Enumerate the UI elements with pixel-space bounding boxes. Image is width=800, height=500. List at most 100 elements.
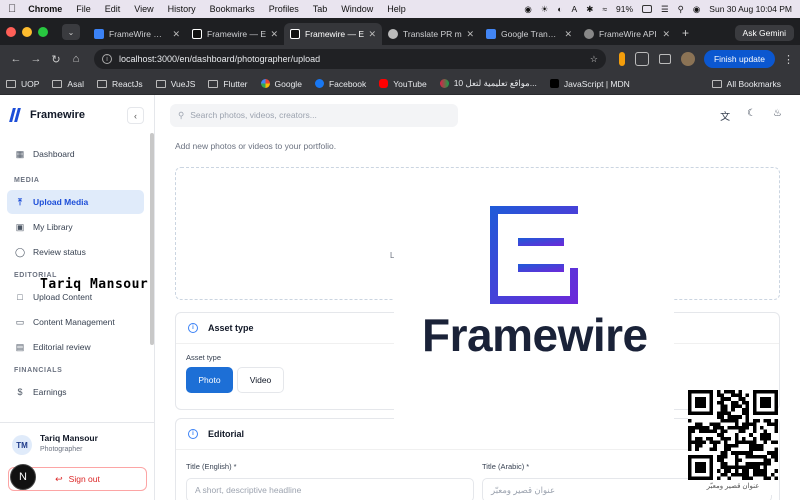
site-info-icon[interactable]: i [102,54,112,64]
close-tab-icon[interactable]: ✕ [368,29,376,40]
brightness-icon[interactable]: ☀ [541,4,549,15]
sidebar: Framewire ‹ ▦ Dashboard MEDIA ⤒ Upload M… [0,95,155,500]
forward-icon[interactable]: → [26,53,46,65]
user-profile[interactable]: TM Tariq Mansour Photographer [0,422,155,465]
sidebar-item-upload-media[interactable]: ⤒ Upload Media [7,190,144,214]
menu-tab[interactable]: Tab [313,4,328,14]
back-icon[interactable]: ← [6,53,26,65]
menu-help[interactable]: Help [387,4,406,14]
ask-gemini-button[interactable]: Ask Gemini [734,25,794,41]
minimize-window-button[interactable] [22,26,32,37]
bookmark-star-icon[interactable]: ☆ [590,54,598,65]
menu-view[interactable]: View [134,4,153,14]
status-icon[interactable]: ◉ [524,4,531,15]
collapse-sidebar-button[interactable]: ‹ [127,107,144,124]
bookmark-folder[interactable]: ReactJs [96,79,143,89]
document-upload-icon: □ [17,292,23,302]
extension-icon[interactable] [618,52,625,66]
siri-icon[interactable]: ◉ [693,4,700,15]
menu-history[interactable]: History [168,4,196,14]
search-placeholder: Search photos, videos, creators... [190,110,317,120]
apple-icon[interactable]:  [8,3,16,15]
browser-tab-strip: ⌄ FrameWire — V ✕ Framewire — E ✕ Framew… [0,18,800,45]
close-window-button[interactable] [6,26,16,37]
bookmark-label: Flutter [223,78,248,89]
tab-title: FrameWire — V [109,29,169,39]
control-center-icon[interactable]: ☰ [661,4,669,15]
sidebar-item-label: Upload Media [33,197,89,207]
sidebar-item-earnings[interactable]: $ Earnings [7,380,144,404]
dark-mode-icon[interactable]: ◐ [557,4,562,14]
close-tab-icon[interactable]: ✕ [270,29,278,40]
site-icon [439,79,449,88]
extensions-puzzle-icon[interactable] [634,52,649,66]
search-input[interactable]: ⚲ Search photos, videos, creators... [170,103,458,127]
close-tab-icon[interactable]: ✕ [172,29,180,40]
home-icon[interactable]: ⌂ [66,53,86,65]
sidebar-item-label: Dashboard [33,149,75,159]
font-icon[interactable]: A [572,4,578,14]
sidebar-item-label: Editorial review [33,342,91,352]
sidebar-item-review-status[interactable]: ◯ Review status [7,240,144,264]
all-bookmarks-button[interactable]: All Bookmarks [711,79,781,89]
menu-file[interactable]: File [76,4,91,14]
bell-icon[interactable]: ♨ [773,108,782,123]
bookmark-mdn[interactable]: JavaScript | MDN [549,79,630,89]
bookmark-youtube[interactable]: YouTube [379,79,427,89]
sidebar-item-my-library[interactable]: ▣ My Library [7,215,144,239]
photo-option-button[interactable]: Photo [186,367,233,393]
bluetooth-icon[interactable]: ✱ [586,4,593,15]
video-option-button[interactable]: Video [237,367,284,393]
spotlight-icon[interactable]: ⚲ [678,4,684,15]
bookmark-site[interactable]: 10 مواقع تعليمية لتعل... [439,78,537,89]
address-bar[interactable]: i localhost:3000/en/dashboard/photograph… [94,49,606,69]
qr-caption: عنوان قصير ومعبّر [706,483,760,490]
browser-tab[interactable]: Translate PR m ✕ [382,23,480,45]
title-arabic-label: Title (Arabic) * [482,462,530,471]
bookmark-google[interactable]: Google [260,79,302,89]
menu-bookmarks[interactable]: Bookmarks [210,4,255,14]
bookmark-folder[interactable]: VueJS [155,79,195,89]
new-tab-button[interactable]: + [682,26,689,40]
chrome-menu-icon[interactable]: ⋮ [783,53,794,66]
profile-avatar[interactable] [680,52,695,66]
reload-icon[interactable]: ↻ [46,53,66,66]
browser-tab[interactable]: Google Translat ✕ [480,23,578,45]
nextjs-dev-badge[interactable]: N [10,464,36,490]
clock[interactable]: Sun 30 Aug 10:04 PM [709,4,792,14]
close-tab-icon[interactable]: ✕ [662,29,670,40]
wifi-icon[interactable]: ≈ [602,4,607,14]
menu-edit[interactable]: Edit [105,4,121,14]
menu-window[interactable]: Window [341,4,373,14]
sidebar-scrollbar[interactable] [150,133,154,345]
finish-update-button[interactable]: Finish update [703,50,775,68]
bookmark-folder[interactable]: Flutter [208,78,248,89]
tab-title: Framewire — E [305,29,365,39]
tab-title: Framewire — E [207,29,267,39]
browser-tab[interactable]: FrameWire API ✕ [578,23,676,45]
moon-icon[interactable]: ☾ [747,108,756,123]
maximize-window-button[interactable] [38,26,48,37]
browser-tab[interactable]: FrameWire — V ✕ [88,23,186,45]
menu-app-chrome[interactable]: Chrome [28,4,62,14]
browser-tab[interactable]: Framewire — E ✕ [186,23,284,45]
sidebar-item-dashboard[interactable]: ▦ Dashboard [7,142,144,166]
title-english-input[interactable]: A short, descriptive headline [186,478,474,500]
tab-search-button[interactable]: ⌄ [62,24,80,40]
bookmark-label: Facebook [328,78,367,89]
close-tab-icon[interactable]: ✕ [564,29,572,40]
bookmark-folder[interactable]: Asal [52,79,84,89]
sidebar-item-content-management[interactable]: ▭ Content Management [7,310,144,334]
browser-tab-active[interactable]: Framewire — E ✕ [284,23,382,45]
menu-profiles[interactable]: Profiles [269,4,299,14]
bookmark-folder[interactable]: UOP [6,79,39,89]
translate-icon[interactable]: 文 [720,108,730,123]
sign-out-label: Sign out [68,474,100,484]
close-tab-icon[interactable]: ✕ [466,29,474,40]
bookmark-facebook[interactable]: Facebook [314,78,367,89]
side-panel-icon[interactable] [658,54,671,64]
folder-icon [96,79,107,88]
battery-icon[interactable] [642,5,653,13]
sidebar-item-editorial-review[interactable]: ▤ Editorial review [7,335,144,359]
url-text[interactable]: localhost:3000/en/dashboard/photographer… [119,54,320,64]
